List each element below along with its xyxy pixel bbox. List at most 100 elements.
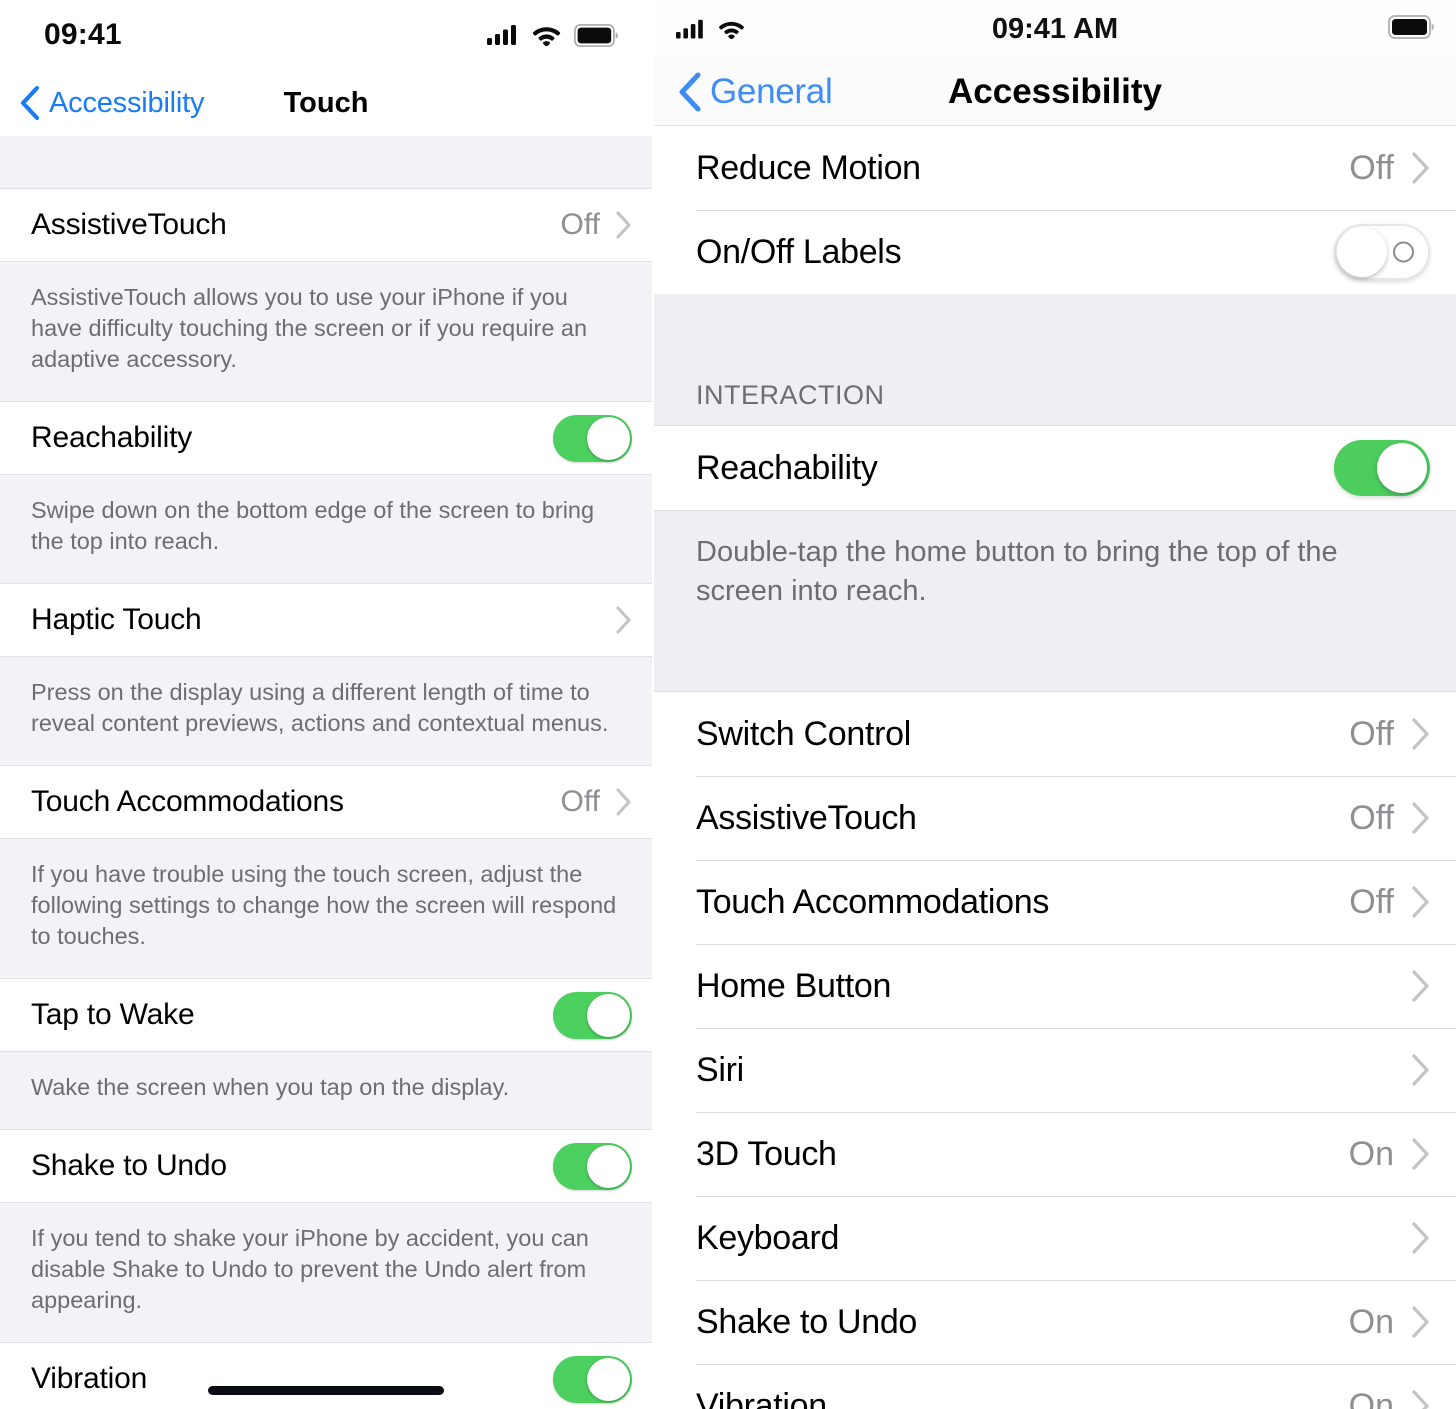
row-accessory: Off (1349, 799, 1430, 838)
row-accessory (553, 414, 632, 462)
row-accessory (1334, 224, 1430, 280)
dual-screenshot-container: 09:41 Accessibility Touch AssistiveTouch… (0, 0, 1456, 1409)
row-label: Reachability (696, 448, 878, 487)
back-button-general[interactable]: General (678, 71, 833, 112)
row-assistivetouch[interactable]: AssistiveTouch Off (654, 776, 1456, 861)
row-accessory: Off (1349, 715, 1430, 754)
nav-bar-left: Accessibility Touch (0, 70, 652, 136)
toggle-reachability[interactable] (1334, 440, 1430, 496)
row-label: Vibration (696, 1386, 827, 1409)
nav-bar-right: General Accessibility (654, 58, 1456, 126)
chevron-right-icon (1412, 886, 1429, 918)
row-touch-accommodations[interactable]: Touch Accommodations Off (654, 860, 1456, 945)
row-accessory: On (1349, 1387, 1430, 1409)
status-bar-right: 09:41 AM (654, 0, 1456, 58)
list-top-spacer (0, 136, 652, 188)
section-header-interaction: INTERACTION (654, 380, 1456, 426)
home-indicator[interactable] (208, 1386, 444, 1395)
status-bar-time: 09:41 (44, 18, 122, 51)
row-3d-touch[interactable]: 3D Touch On (654, 1112, 1456, 1197)
footer-reachability: Double-tap the home button to bring the … (654, 510, 1456, 693)
footer-assistivetouch: AssistiveTouch allows you to use your iP… (0, 262, 652, 402)
battery-icon (574, 23, 618, 47)
back-button-label: General (710, 71, 833, 111)
row-reachability[interactable]: Reachability (0, 401, 652, 476)
right-phone-screen: 09:41 AM General Accessibility Reduce Mo… (652, 0, 1456, 1409)
toggle-tap-to-wake[interactable] (553, 991, 632, 1039)
toggle-off-label-icon (1393, 241, 1414, 263)
row-tap-to-wake[interactable]: Tap to Wake (0, 978, 652, 1053)
footer-shake-to-undo: If you tend to shake your iPhone by acci… (0, 1203, 652, 1343)
row-value: Off (1349, 148, 1394, 187)
chevron-right-icon (1412, 1222, 1429, 1254)
row-accessory (1394, 1222, 1430, 1254)
row-label: Touch Accommodations (31, 785, 344, 819)
toggle-knob (587, 993, 630, 1037)
row-assistivetouch[interactable]: AssistiveTouch Off (0, 188, 652, 262)
row-value: On (1348, 1134, 1394, 1173)
toggle-knob (1377, 443, 1427, 493)
row-shake-to-undo[interactable]: Shake to Undo On (654, 1280, 1456, 1365)
toggle-knob (587, 1357, 630, 1401)
toggle-shake-to-undo[interactable] (553, 1142, 632, 1190)
row-on-off-labels[interactable]: On/Off Labels (654, 210, 1456, 294)
row-vibration[interactable]: Vibration On (654, 1364, 1456, 1409)
row-label: Touch Accommodations (696, 882, 1050, 921)
row-reduce-motion[interactable]: Reduce Motion Off (654, 126, 1456, 210)
chevron-right-icon (1412, 1390, 1429, 1409)
row-label: Siri (696, 1050, 744, 1089)
row-shake-to-undo[interactable]: Shake to Undo (0, 1129, 652, 1204)
row-value: Off (1349, 714, 1394, 753)
row-accessory: Off (561, 208, 632, 242)
row-value: On (1348, 1302, 1394, 1341)
chevron-right-icon (1412, 1138, 1429, 1170)
back-button-accessibility[interactable]: Accessibility (20, 86, 205, 120)
row-accessory: On (1349, 1135, 1430, 1174)
chevron-right-icon (1412, 1306, 1429, 1338)
row-label: Reachability (31, 421, 193, 455)
row-label: Vibration (31, 1362, 148, 1396)
row-label: Shake to Undo (696, 1302, 918, 1341)
row-label: Tap to Wake (31, 998, 195, 1032)
row-label: Home Button (696, 966, 892, 1005)
row-touch-accommodations[interactable]: Touch Accommodations Off (0, 765, 652, 840)
row-home-button[interactable]: Home Button (654, 944, 1456, 1029)
row-label: AssistiveTouch (696, 798, 917, 837)
back-button-label: Accessibility (49, 86, 205, 119)
footer-reachability: Swipe down on the bottom edge of the scr… (0, 475, 652, 584)
cellular-signal-icon (487, 25, 516, 45)
row-accessory (553, 1355, 632, 1403)
row-haptic-touch[interactable]: Haptic Touch (0, 583, 652, 658)
status-bar-time: 09:41 AM (991, 12, 1119, 45)
row-siri[interactable]: Siri (654, 1028, 1456, 1113)
row-accessory (1394, 970, 1430, 1002)
row-label: Keyboard (696, 1218, 840, 1257)
row-accessory: Off (1349, 883, 1430, 922)
toggle-on-off-labels[interactable] (1334, 224, 1430, 280)
chevron-right-icon (1412, 152, 1429, 184)
row-label: On/Off Labels (696, 232, 902, 271)
row-vibration[interactable]: Vibration (0, 1342, 652, 1409)
footer-tap-to-wake: Wake the screen when you tap on the disp… (0, 1052, 652, 1130)
row-label: Switch Control (696, 714, 911, 753)
toggle-reachability[interactable] (553, 414, 632, 462)
toggle-knob (1337, 227, 1387, 277)
row-value: Off (560, 785, 600, 819)
left-phone-screen: 09:41 Accessibility Touch AssistiveTouch… (0, 0, 652, 1409)
chevron-right-icon (616, 788, 631, 816)
row-reachability[interactable]: Reachability (654, 426, 1456, 510)
footer-touch-accommodations: If you have trouble using the touch scre… (0, 839, 652, 979)
chevron-right-icon (616, 606, 631, 634)
chevron-right-icon (1412, 802, 1429, 834)
row-value: Off (1349, 882, 1394, 921)
chevron-right-icon (1412, 1054, 1429, 1086)
row-switch-control[interactable]: Switch Control Off (654, 692, 1456, 777)
status-bar-indicators (487, 23, 618, 47)
row-label: Shake to Undo (31, 1149, 227, 1183)
row-keyboard[interactable]: Keyboard (654, 1196, 1456, 1281)
row-accessory: On (1349, 1303, 1430, 1342)
toggle-vibration[interactable] (553, 1355, 632, 1403)
row-label: Reduce Motion (696, 148, 921, 187)
row-label: AssistiveTouch (31, 208, 227, 241)
row-accessory (1394, 1054, 1430, 1086)
